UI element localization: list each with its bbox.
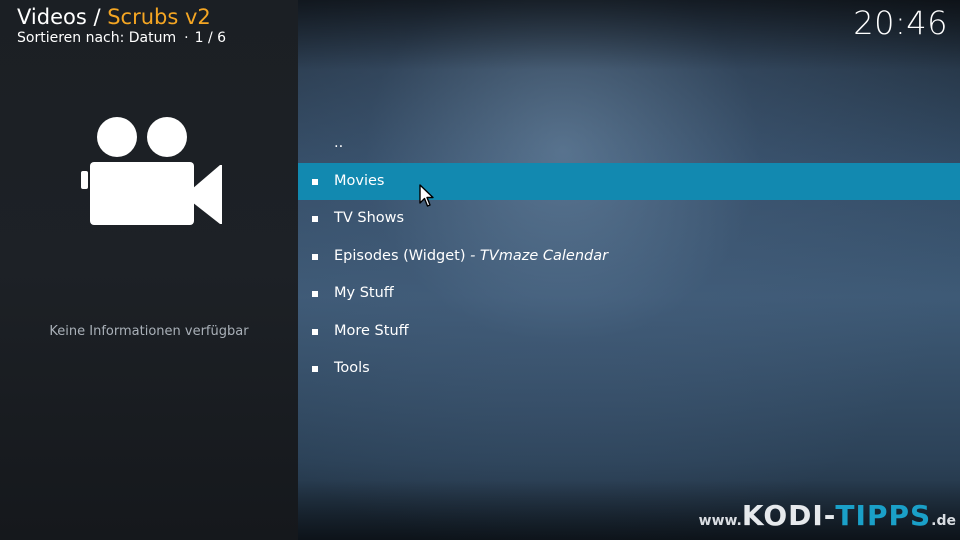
bullet-icon (312, 178, 318, 185)
list-item-label: TV Shows (334, 210, 405, 226)
clock: 20:46 (853, 4, 948, 42)
separator-dot: · (184, 30, 189, 46)
list-item-subtitle: - TVmaze Calendar (465, 247, 609, 264)
list-item-my-stuff[interactable]: My Stuff (298, 275, 960, 313)
list-item-parent[interactable]: .. (298, 125, 960, 163)
sort-info: Sortieren nach: Datum · 1 / 6 (17, 30, 226, 46)
list-item-title: Episodes (Widget) (334, 247, 466, 264)
list-item-label: More Stuff (334, 322, 409, 339)
watermark-www: www. (698, 513, 742, 529)
page-counter: 1 / 6 (194, 30, 227, 46)
page-title: Videos / Scrubs v2 (17, 4, 226, 30)
watermark-kodi: KODI (741, 499, 824, 532)
bullet-icon (312, 328, 318, 335)
bullet-icon (312, 216, 318, 222)
watermark-tld: .de (931, 513, 956, 529)
kodi-tipps-watermark: www.KODI-TIPPS.de (699, 499, 956, 532)
breadcrumb-section: Videos (17, 5, 87, 29)
bullet-icon (312, 253, 318, 260)
list-item-label: Tools (334, 360, 370, 376)
info-panel: Keine Informationen verfügbar (0, 0, 298, 540)
list-item-tv-shows[interactable]: TV Shows (298, 200, 960, 238)
no-info-label: Keine Informationen verfügbar (49, 324, 249, 339)
list-item-label: Movies (334, 172, 385, 189)
list-item-label: Episodes (Widget) - TVmaze Calendar (334, 238, 608, 276)
watermark-dash: - (823, 499, 836, 532)
list-item-movies[interactable]: Movies (298, 162, 960, 200)
list-item-label: My Stuff (334, 285, 394, 301)
list-item-tools[interactable]: Tools (298, 350, 960, 388)
list-item-episodes-widget[interactable]: Episodes (Widget) - TVmaze Calendar (298, 238, 960, 276)
bullet-icon (312, 291, 318, 297)
watermark-tipps: TIPPS (835, 499, 932, 532)
list-item-more-stuff[interactable]: More Stuff (298, 313, 960, 351)
video-camera-icon (81, 117, 222, 225)
breadcrumb-addon: Scrubs v2 (107, 5, 211, 29)
sort-label: Sortieren nach: Datum (17, 30, 177, 46)
breadcrumb: Videos / Scrubs v2 Sortieren nach: Datum… (17, 4, 226, 46)
list-item-label: .. (334, 135, 344, 151)
mouse-pointer-icon (419, 184, 434, 207)
bullet-icon (312, 366, 318, 372)
menu-list: .. Movies TV Shows Episodes (Widget) - T… (298, 125, 960, 388)
breadcrumb-separator: / (86, 5, 108, 29)
